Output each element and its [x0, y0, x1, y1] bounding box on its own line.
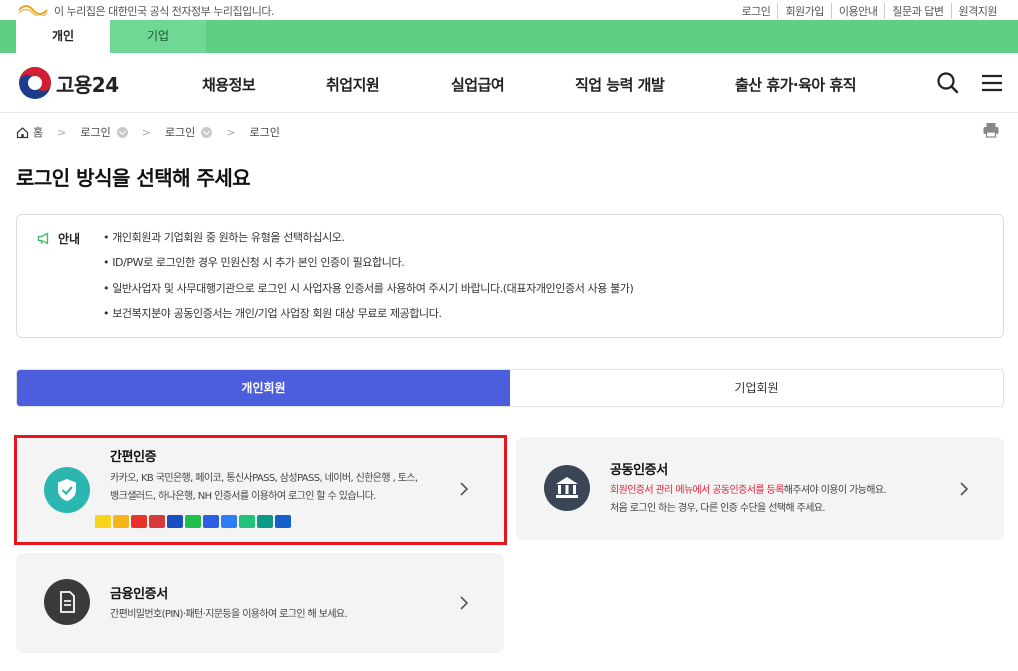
document-icon — [44, 579, 90, 625]
card-title: 금융인증서 — [110, 587, 168, 602]
breadcrumb-item[interactable]: 로그인 — [165, 124, 195, 140]
util-remote-link[interactable]: 원격지원 — [950, 3, 1004, 19]
card-description-text: 해주셔야 이용이 가능해요. — [783, 485, 887, 496]
notice-item: ID/PW로 로그인한 경우 민원신청 시 추가 본인 인증이 필요합니다. — [103, 254, 633, 279]
page-title: 로그인 방식을 선택해 주세요 — [16, 166, 251, 190]
finance-certificate-card[interactable]: 금융인증서 간편비밀번호(PIN)·패턴·지문등을 이용하여 로그인 해 보세요… — [16, 553, 504, 653]
card-description: 간편비밀번호(PIN)·패턴·지문등을 이용하여 로그인 해 보세요. — [110, 609, 348, 620]
notice-header: 안내 — [37, 230, 80, 247]
card-title: 공동인증서 — [610, 463, 668, 478]
breadcrumb-item[interactable]: 로그인 — [80, 124, 110, 140]
print-icon[interactable] — [982, 121, 1000, 139]
util-login-link[interactable]: 로그인 — [735, 3, 778, 19]
gov-logo-icon — [18, 5, 48, 16]
util-signup-link[interactable]: 회원가입 — [777, 3, 830, 19]
menu-icon[interactable] — [978, 69, 1006, 97]
gov-banner: 이 누리집은 대한민국 공식 전자정부 누리집입니다. 로그인 회원가입 이용안… — [0, 0, 1018, 20]
taeguk-logo-icon — [19, 67, 51, 99]
notice-item: 보건복지분야 공동인증서는 개인/기업 사업장 회원 대상 무료로 제공합니다. — [103, 305, 633, 330]
nav-jobs[interactable]: 채용정보 — [202, 74, 256, 95]
chevron-right-icon — [960, 482, 969, 496]
user-type-bar: 개인 기업 — [0, 20, 1018, 53]
notice-box: 안내 개인회원과 기업회원 중 원하는 유형을 선택하십시오. ID/PW로 로… — [16, 214, 1004, 338]
joint-certificate-card[interactable]: 공동인증서 회원인증서 관리 메뉴에서 공동인증서를 등록해주셔야 이용이 가능… — [516, 437, 1004, 540]
util-guide-link[interactable]: 이용안내 — [830, 3, 884, 19]
nav-parental-leave[interactable]: 출산 휴가·육아 휴직 — [735, 74, 857, 95]
chevron-right-icon: > — [226, 125, 236, 139]
dropdown-icon[interactable] — [116, 126, 128, 138]
notice-label: 안내 — [58, 232, 81, 246]
dropdown-icon[interactable] — [201, 126, 213, 138]
card-description-line: 회원인증서 관리 메뉴에서 공동인증서를 등록해주셔야 이용이 가능해요. — [610, 482, 887, 500]
util-qna-link[interactable]: 질문과 답변 — [884, 3, 950, 19]
member-type-tabs: 개인회원 기업회원 — [16, 369, 1004, 407]
logo-text: 고용24 — [56, 72, 119, 97]
selection-highlight-box — [14, 435, 507, 545]
breadcrumb: 홈 > 로그인 > 로그인 > 로그인 — [16, 124, 280, 140]
search-icon[interactable] — [934, 69, 962, 97]
megaphone-icon — [37, 232, 49, 245]
breadcrumb-current: 로그인 — [249, 126, 280, 139]
site-logo[interactable]: 고용24 — [18, 65, 119, 101]
nav-unemployment-benefit[interactable]: 실업급여 — [451, 74, 505, 95]
utility-links: 로그인 회원가입 이용안내 질문과 답변 원격지원 — [735, 3, 1004, 19]
tab-business-member[interactable]: 기업회원 — [510, 370, 1003, 406]
notice-item: 개인회원과 기업회원 중 원하는 유형을 선택하십시오. — [103, 229, 633, 254]
notice-item: 일반사업자 및 사무대행기관으로 로그인 시 사업자용 인증서를 사용하여 주시… — [103, 280, 634, 305]
card-description: 회원인증서 관리 메뉴에서 공동인증서를 등록해주셔야 이용이 가능해요. 처음… — [610, 482, 887, 518]
tab-personal-member[interactable]: 개인회원 — [17, 370, 510, 406]
breadcrumb-home[interactable]: 홈 — [33, 124, 43, 140]
site-header: 고용24 채용정보 취업지원 실업급여 직업 능력 개발 출산 휴가·육아 휴직 — [0, 53, 1018, 113]
chevron-right-icon: > — [57, 125, 67, 139]
bank-building-icon — [544, 465, 590, 511]
tab-business[interactable]: 기업 — [110, 20, 206, 53]
chevron-right-icon — [460, 596, 469, 610]
registration-notice: 회원인증서 관리 메뉴에서 공동인증서를 등록 — [610, 485, 784, 496]
chevron-right-icon: > — [141, 125, 151, 139]
gov-notice-text: 이 누리집은 대한민국 공식 전자정부 누리집입니다. — [54, 5, 275, 18]
notice-list: 개인회원과 기업회원 중 원하는 유형을 선택하십시오. ID/PW로 로그인한… — [103, 229, 634, 330]
tab-personal[interactable]: 개인 — [16, 20, 110, 53]
card-description-line: 처음 로그인 하는 경우, 다른 인증 수단을 선택해 주세요. — [610, 503, 826, 514]
nav-vocational-training[interactable]: 직업 능력 개발 — [575, 74, 665, 95]
home-icon[interactable] — [16, 126, 29, 139]
nav-employment-support[interactable]: 취업지원 — [326, 74, 380, 95]
